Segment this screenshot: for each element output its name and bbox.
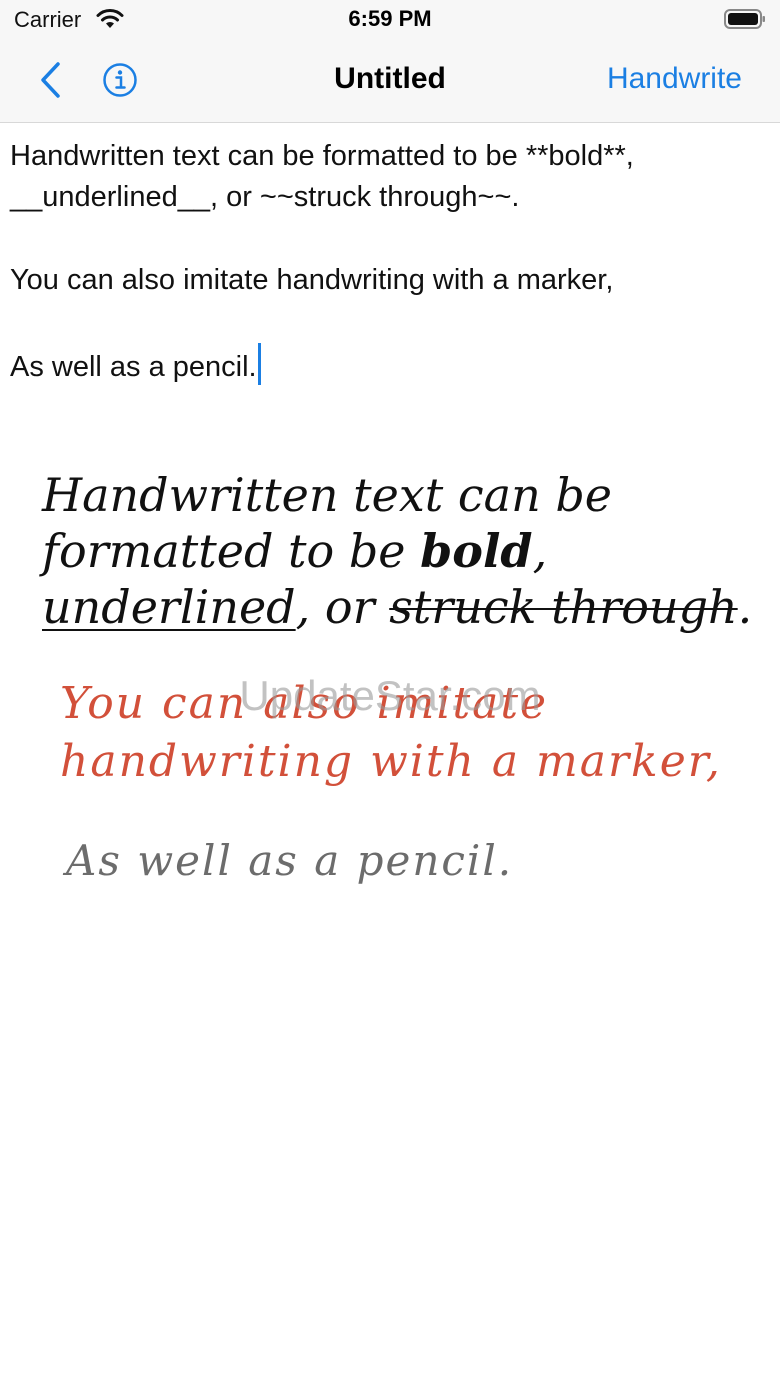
navigation-bar: Untitled Handwrite	[0, 40, 780, 123]
chevron-left-icon[interactable]	[34, 60, 68, 100]
pen-text: formatted to be	[42, 524, 421, 578]
pen-underlined-text: underlined	[42, 580, 296, 634]
editor-line-last: As well as a pencil.	[10, 343, 770, 388]
handwrite-button[interactable]: Handwrite	[607, 62, 742, 96]
editor-line: __underlined__, or ~~struck through~~.	[10, 181, 520, 213]
battery-icon	[724, 9, 765, 29]
info-circle-icon[interactable]	[102, 62, 138, 98]
pen-text: ,	[532, 524, 548, 578]
pencil-line: As well as a pencil.	[66, 836, 514, 885]
editor-line-text: As well as a pencil.	[10, 351, 257, 383]
text-editor[interactable]: Handwritten text can be formatted to be …	[10, 136, 770, 388]
pen-line-2: formatted to be bold,	[42, 524, 547, 578]
pen-bold-text: bold	[420, 524, 533, 578]
editor-line: You can also imitate handwriting with a …	[10, 264, 614, 296]
pen-struck-text: struck through	[389, 580, 738, 634]
status-time: 6:59 PM	[348, 6, 432, 31]
text-caret	[257, 343, 261, 385]
status-bar: Carrier 6:59 PM	[0, 0, 780, 40]
pen-text: .	[737, 580, 753, 634]
pen-line-1: Handwritten text can be	[42, 468, 612, 522]
editor-line: Handwritten text can be formatted to be …	[10, 140, 634, 172]
watermark: UpdateStar.com	[239, 672, 541, 719]
marker-line-2: handwriting with a marker,	[60, 736, 722, 787]
pen-line-3: underlined, or struck through.	[42, 580, 752, 634]
pen-text: , or	[295, 580, 390, 634]
